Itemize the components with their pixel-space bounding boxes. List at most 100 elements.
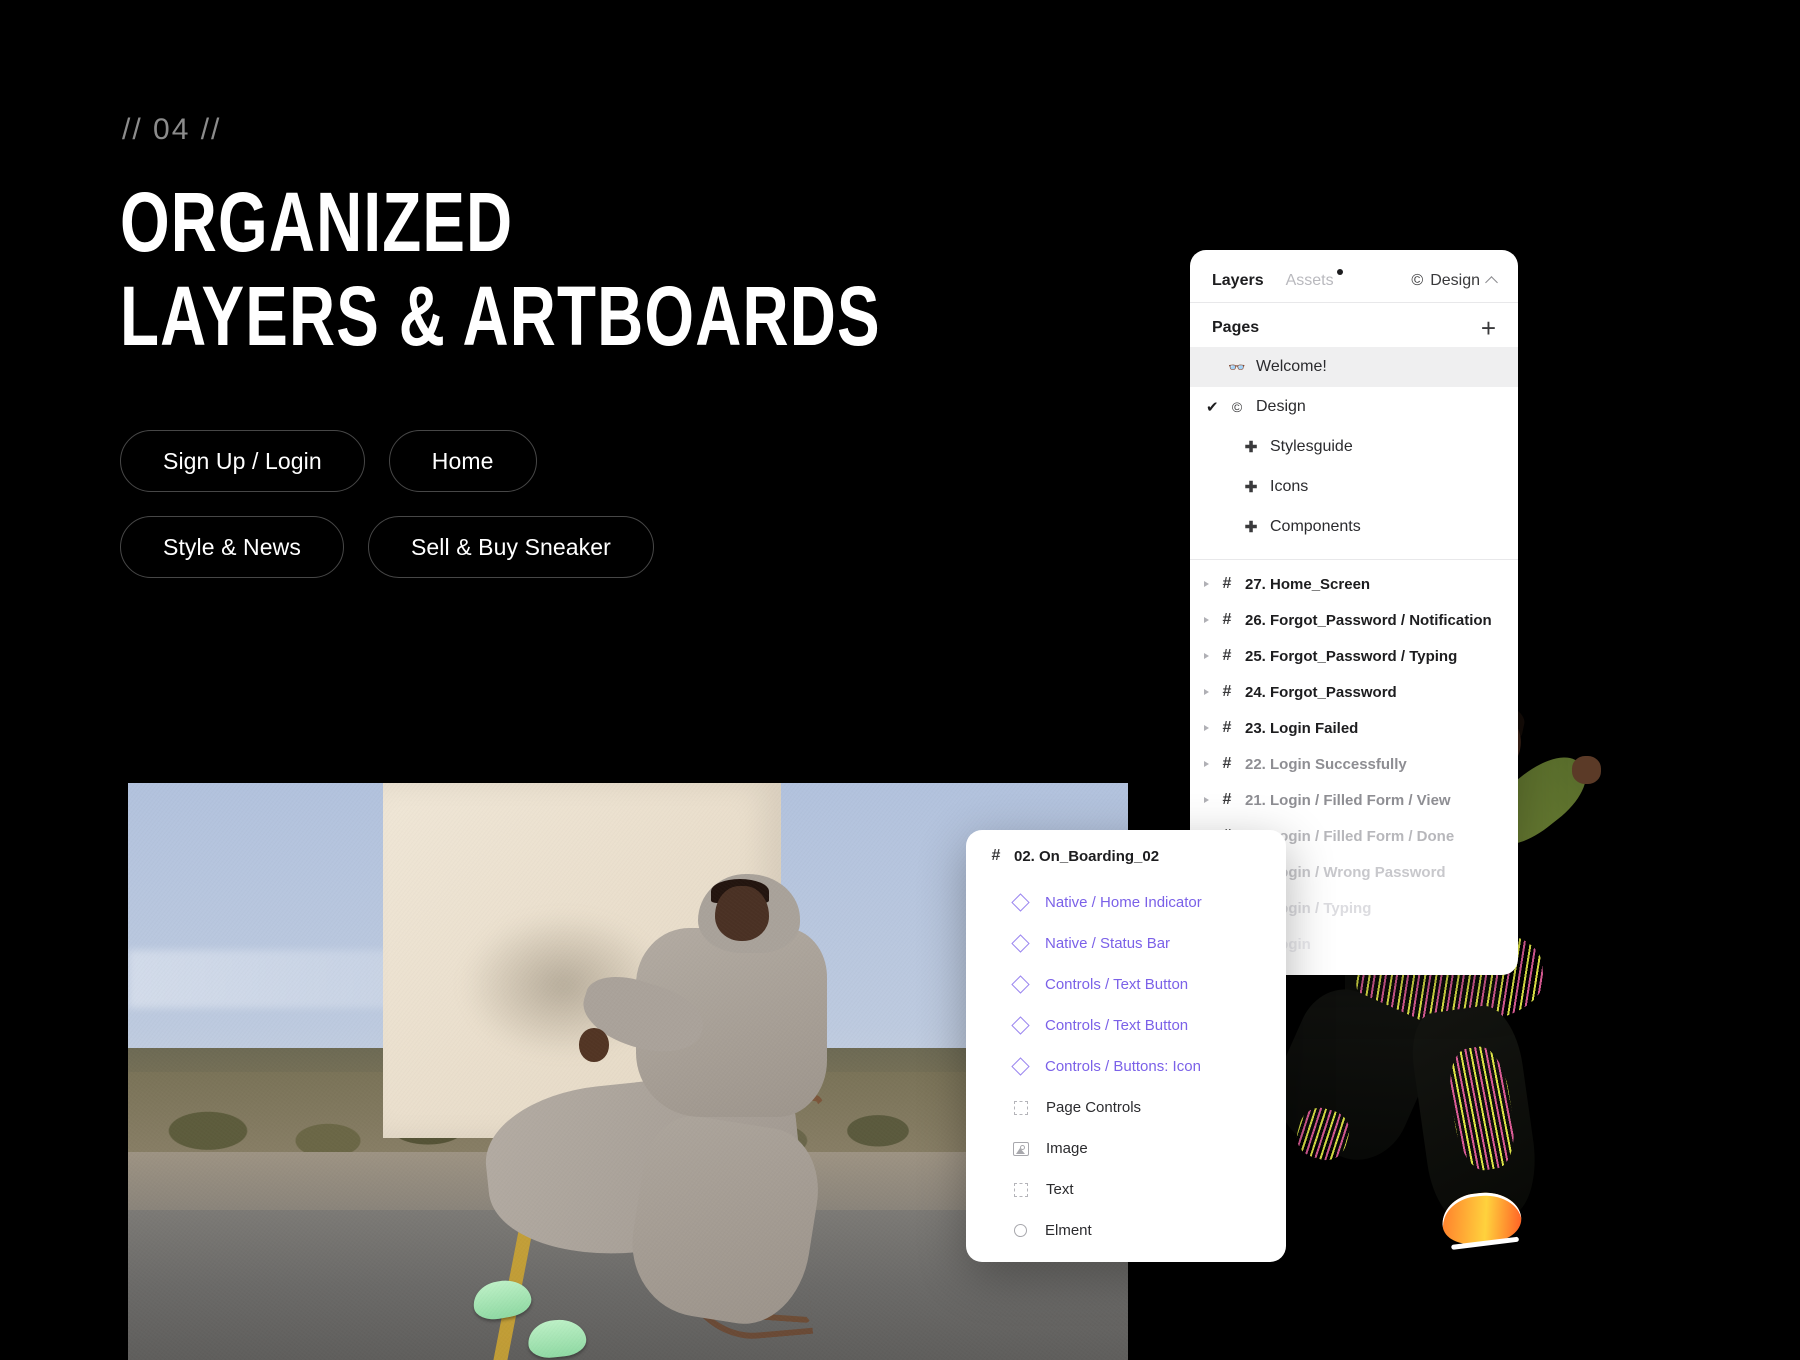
page-icon: 👓 bbox=[1228, 358, 1246, 375]
artboard-layer-list: Native / Home Indicator Native / Status B… bbox=[966, 882, 1286, 1251]
layer-label: Controls / Text Button bbox=[1045, 976, 1189, 993]
page-icon: ✚ bbox=[1244, 439, 1258, 456]
layer-row[interactable]: Image bbox=[966, 1128, 1286, 1169]
artboard-row[interactable]: #25. Forgot_Password / Typing bbox=[1190, 638, 1518, 674]
artboard-hash-icon: # bbox=[991, 847, 1001, 864]
headline-line-1: ORGANIZED bbox=[120, 175, 514, 269]
artboard-hash-icon: # bbox=[1222, 719, 1232, 736]
layer-label: Native / Home Indicator bbox=[1045, 894, 1202, 911]
pages-section-header: Pages + bbox=[1190, 303, 1518, 347]
artboard-label: 21. Login / Filled Form / View bbox=[1245, 791, 1451, 809]
diamond-icon bbox=[1011, 893, 1030, 912]
artboard-label: 25. Forgot_Password / Typing bbox=[1245, 647, 1458, 665]
artboard-row[interactable]: #24. Forgot_Password bbox=[1190, 674, 1518, 710]
layer-row[interactable]: Native / Status Bar bbox=[966, 923, 1286, 964]
artboard-hash-icon: # bbox=[1222, 575, 1232, 592]
layer-label: Elment bbox=[1045, 1222, 1092, 1239]
layer-row[interactable]: Elment bbox=[966, 1210, 1286, 1251]
unsaved-dot-icon bbox=[1336, 269, 1343, 275]
document-selector[interactable]: © Design bbox=[1411, 272, 1498, 290]
page-icon: ✚ bbox=[1244, 519, 1258, 536]
copyright-icon: © bbox=[1411, 272, 1424, 289]
pill-row-bottom: Style & News Sell & Buy Sneaker bbox=[120, 516, 740, 578]
layer-label: Controls / Text Button bbox=[1045, 1017, 1189, 1034]
page-row[interactable]: ✚ Stylesguide bbox=[1190, 427, 1518, 467]
page-label: Design bbox=[1256, 398, 1306, 415]
artboard-hash-icon: # bbox=[1222, 611, 1232, 628]
layer-row[interactable]: Controls / Text Button bbox=[966, 964, 1286, 1005]
disclosure-triangle-icon[interactable] bbox=[1204, 617, 1209, 623]
diamond-icon bbox=[1011, 1057, 1030, 1076]
layer-row[interactable]: Text bbox=[966, 1169, 1286, 1210]
layer-row[interactable]: Native / Home Indicator bbox=[966, 882, 1286, 923]
headline-line-2: LAYERS & ARTBOARDS bbox=[120, 269, 881, 364]
page-icon: © bbox=[1231, 399, 1243, 415]
artboard-hash-icon: # bbox=[1222, 755, 1232, 772]
page-label: Stylesguide bbox=[1270, 438, 1353, 455]
panel-tab-bar: Layers Assets © Design bbox=[1190, 250, 1518, 302]
disclosure-triangle-icon[interactable] bbox=[1204, 689, 1209, 695]
artboard-layers-panel: # 02. On_Boarding_02 Native / Home Indic… bbox=[966, 830, 1286, 1262]
artboard-row[interactable]: #26. Forgot_Password / Notification bbox=[1190, 602, 1518, 638]
circle-icon bbox=[1014, 1224, 1027, 1237]
runner-hand-right bbox=[1571, 756, 1601, 784]
tab-assets[interactable]: Assets bbox=[1285, 269, 1343, 290]
diamond-icon bbox=[1011, 934, 1030, 953]
page-label: Components bbox=[1270, 518, 1361, 535]
panel-divider-pages bbox=[1190, 559, 1518, 560]
disclosure-triangle-icon[interactable] bbox=[1204, 797, 1209, 803]
artboard-label: 22. Login Successfully bbox=[1245, 755, 1407, 773]
pill-home[interactable]: Home bbox=[388, 430, 537, 492]
page-row[interactable]: 👓 Welcome! bbox=[1190, 347, 1518, 387]
artboard-label: 27. Home_Screen bbox=[1245, 575, 1371, 593]
pages-title: Pages bbox=[1212, 319, 1260, 336]
artboard-hash-icon: # bbox=[1222, 791, 1232, 808]
artboard-row[interactable]: #27. Home_Screen bbox=[1190, 566, 1518, 602]
layer-row[interactable]: Controls / Buttons: Icon bbox=[966, 1046, 1286, 1087]
artboard-hash-icon: # bbox=[1222, 647, 1232, 664]
dashed-icon bbox=[1014, 1100, 1028, 1115]
image-icon bbox=[1013, 1141, 1029, 1156]
pill-row-top: Sign Up / Login Home bbox=[120, 430, 740, 492]
page-icon: ✚ bbox=[1244, 479, 1258, 496]
page-row[interactable]: ✚ Components bbox=[1190, 507, 1518, 547]
disclosure-triangle-icon[interactable] bbox=[1204, 653, 1209, 659]
layer-row[interactable]: Page Controls bbox=[966, 1087, 1286, 1128]
layer-label: Controls / Buttons: Icon bbox=[1045, 1058, 1201, 1075]
artboard-row[interactable]: #23. Login Failed bbox=[1190, 710, 1518, 746]
disclosure-triangle-icon[interactable] bbox=[1204, 581, 1209, 587]
layer-label: Page Controls bbox=[1046, 1099, 1142, 1116]
diamond-icon bbox=[1011, 1016, 1030, 1035]
photo-model-head bbox=[714, 886, 769, 941]
photo-seated-model bbox=[470, 864, 888, 1360]
artboard-header[interactable]: # 02. On_Boarding_02 bbox=[966, 830, 1286, 882]
artboard-row[interactable]: #22. Login Successfully bbox=[1190, 746, 1518, 782]
section-number: // 04 // bbox=[122, 113, 222, 146]
layer-label: Text bbox=[1046, 1181, 1074, 1198]
pill-sell-buy-sneaker[interactable]: Sell & Buy Sneaker bbox=[367, 516, 654, 578]
layer-label: Image bbox=[1046, 1140, 1088, 1157]
dashed-icon bbox=[1014, 1182, 1028, 1197]
chevron-up-icon bbox=[1485, 276, 1498, 289]
artboard-hash-icon: # bbox=[1222, 683, 1232, 700]
disclosure-triangle-icon[interactable] bbox=[1204, 761, 1209, 767]
artboard-row[interactable]: #21. Login / Filled Form / View bbox=[1190, 782, 1518, 818]
layer-label: Native / Status Bar bbox=[1045, 935, 1171, 952]
page-row[interactable]: ✔ © Design bbox=[1190, 387, 1518, 427]
pill-sign-up-login[interactable]: Sign Up / Login bbox=[120, 430, 365, 492]
diamond-icon bbox=[1011, 975, 1030, 994]
tab-assets-label: Assets bbox=[1285, 272, 1334, 289]
page-label: Icons bbox=[1270, 478, 1309, 495]
artboard-label: 26. Forgot_Password / Notification bbox=[1245, 611, 1492, 629]
add-page-button[interactable]: + bbox=[1481, 315, 1496, 341]
nav-pill-group: Sign Up / Login Home Style & News Sell &… bbox=[120, 430, 740, 602]
tab-layers[interactable]: Layers bbox=[1212, 272, 1264, 290]
disclosure-triangle-icon[interactable] bbox=[1204, 725, 1209, 731]
layer-row[interactable]: Controls / Text Button bbox=[966, 1005, 1286, 1046]
page-title: ORGANIZED LAYERS & ARTBOARDS bbox=[120, 175, 881, 364]
pill-style-news[interactable]: Style & News bbox=[120, 516, 344, 578]
artboard-label: 24. Forgot_Password bbox=[1245, 683, 1397, 701]
check-icon: ✔ bbox=[1206, 399, 1219, 416]
artboard-label: 23. Login Failed bbox=[1245, 719, 1359, 737]
page-row[interactable]: ✚ Icons bbox=[1190, 467, 1518, 507]
